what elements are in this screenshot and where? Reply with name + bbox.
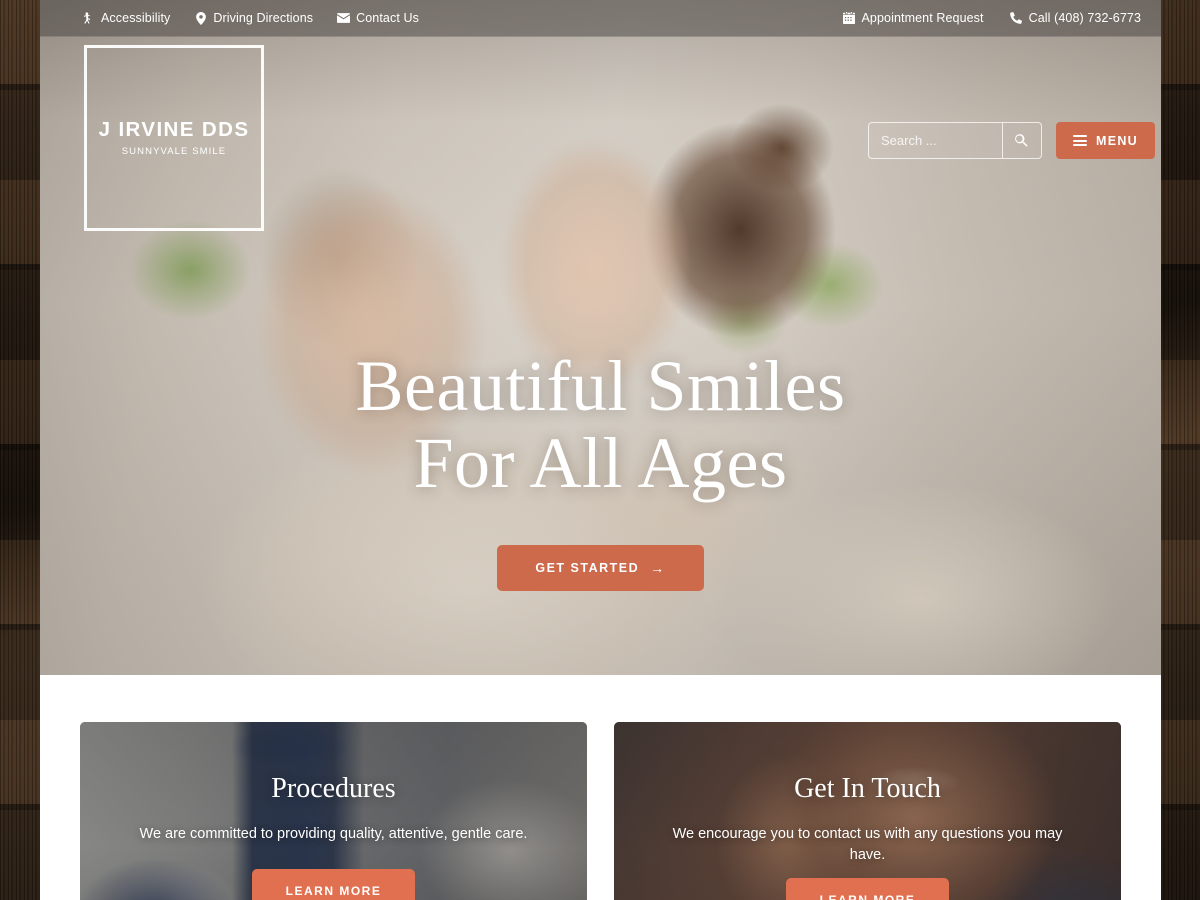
accessibility-icon bbox=[82, 11, 95, 25]
top-link-label: Driving Directions bbox=[213, 11, 314, 25]
card-content: Get In Touch We encourage you to contact… bbox=[614, 722, 1121, 900]
top-link-appointment-request[interactable]: Appointment Request bbox=[842, 11, 984, 25]
top-link-accessibility[interactable]: Accessibility bbox=[82, 11, 170, 25]
card-get-in-touch[interactable]: Get In Touch We encourage you to contact… bbox=[614, 722, 1121, 900]
search-submit-button[interactable] bbox=[1001, 123, 1041, 158]
search-input[interactable] bbox=[868, 123, 1002, 158]
top-link-label: Call (408) 732-6773 bbox=[1028, 11, 1141, 25]
menu-toggle-button[interactable]: MENU bbox=[1055, 122, 1155, 159]
feature-cards-section: Procedures We are committed to providing… bbox=[40, 675, 1161, 900]
arrow-right-icon: → bbox=[650, 560, 666, 577]
site-container: Accessibility Driving Directions Contact… bbox=[40, 0, 1161, 900]
topbar-left-links: Accessibility Driving Directions Contact… bbox=[82, 11, 443, 25]
logo-tagline: SUNNYVALE SMILE bbox=[121, 146, 227, 157]
logo-practice-name: J IRVINE DDS bbox=[98, 117, 250, 141]
top-utility-bar: Accessibility Driving Directions Contact… bbox=[40, 0, 1161, 37]
card-content: Procedures We are committed to providing… bbox=[80, 722, 587, 900]
hero-title-line-2: For All Ages bbox=[413, 423, 788, 504]
learn-more-button-procedures[interactable]: LEARN MORE bbox=[251, 868, 416, 900]
header-tools: MENU bbox=[867, 122, 1155, 159]
menu-button-label: MENU bbox=[1095, 133, 1138, 148]
search-container bbox=[867, 122, 1042, 159]
page-root: Accessibility Driving Directions Contact… bbox=[0, 0, 1200, 900]
search-icon bbox=[1015, 134, 1029, 147]
card-description: We encourage you to contact us with any … bbox=[672, 825, 1063, 863]
topbar-right-links: Appointment Request Call (408) 732-6773 bbox=[816, 11, 1141, 25]
hero-title-line-1: Beautiful Smiles bbox=[355, 346, 846, 426]
hero-content: Beautiful Smiles For All Ages GET STARTE… bbox=[40, 346, 1161, 592]
card-description: We are committed to providing quality, a… bbox=[139, 825, 528, 842]
top-link-label: Appointment Request bbox=[861, 11, 984, 25]
site-logo[interactable]: J IRVINE DDS SUNNYVALE SMILE bbox=[84, 45, 264, 231]
top-link-label: Accessibility bbox=[101, 11, 171, 25]
card-procedures[interactable]: Procedures We are committed to providing… bbox=[80, 722, 587, 900]
hamburger-icon bbox=[1072, 133, 1087, 149]
envelope-icon bbox=[337, 12, 351, 25]
get-started-label: GET STARTED bbox=[535, 561, 640, 576]
hero-title: Beautiful Smiles For All Ages bbox=[40, 346, 1161, 504]
learn-more-button-get-in-touch[interactable]: LEARN MORE bbox=[785, 877, 950, 900]
card-title: Procedures bbox=[271, 773, 396, 804]
map-pin-icon bbox=[194, 11, 207, 25]
get-started-button[interactable]: GET STARTED → bbox=[497, 545, 704, 592]
top-link-contact-us[interactable]: Contact Us bbox=[337, 11, 419, 25]
card-title: Get In Touch bbox=[794, 773, 941, 804]
top-link-call-phone[interactable]: Call (408) 732-6773 bbox=[1010, 11, 1141, 25]
phone-icon bbox=[1010, 12, 1023, 25]
hero-section: Accessibility Driving Directions Contact… bbox=[40, 0, 1161, 675]
top-link-label: Contact Us bbox=[356, 11, 419, 25]
calendar-icon bbox=[842, 12, 855, 25]
top-link-driving-directions[interactable]: Driving Directions bbox=[194, 11, 313, 25]
